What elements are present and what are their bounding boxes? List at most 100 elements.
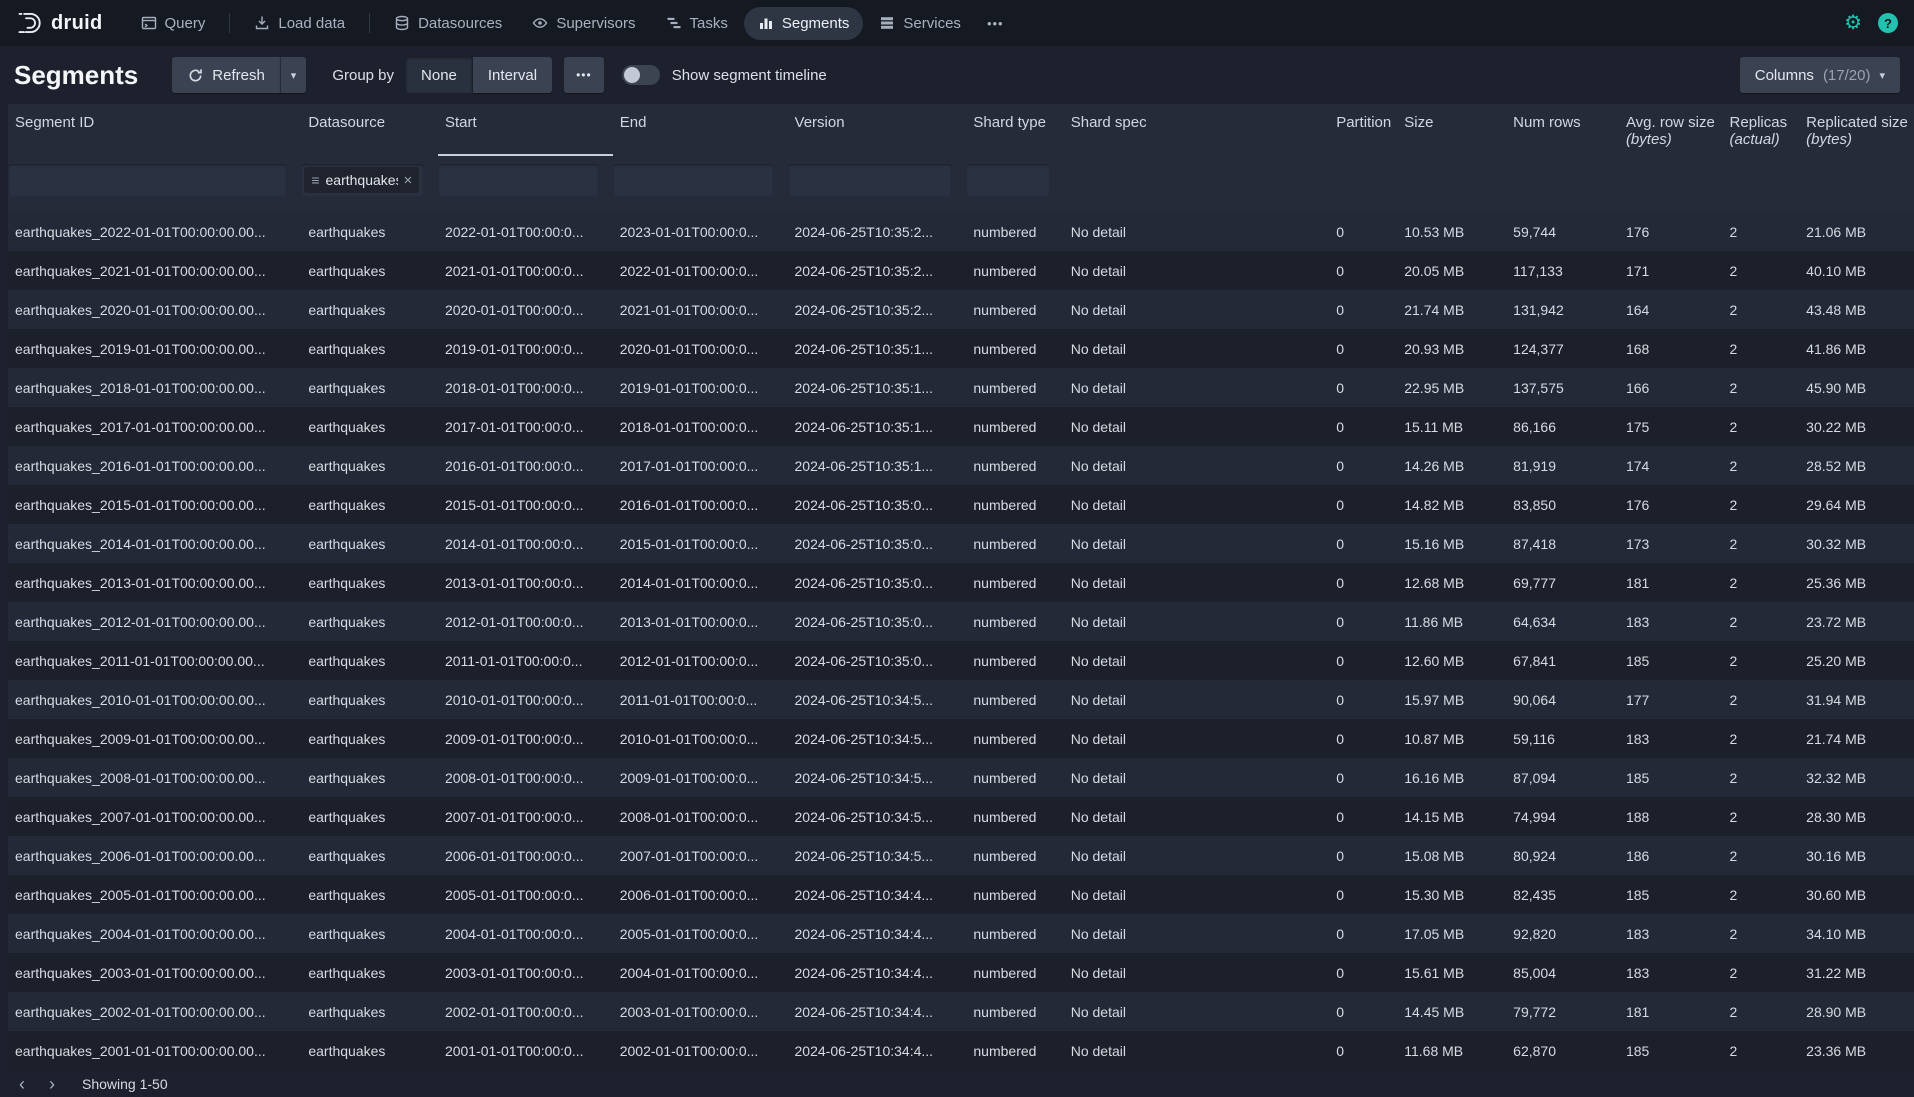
cell-version[interactable]: 2024-06-25T10:35:2... bbox=[788, 251, 967, 290]
cell-start[interactable]: 2008-01-01T00:00:0... bbox=[438, 758, 613, 797]
cell-datasource[interactable]: earthquakes bbox=[301, 875, 438, 914]
cell-size[interactable]: 14.45 MB bbox=[1397, 992, 1506, 1031]
cell-num_rows[interactable]: 80,924 bbox=[1506, 836, 1619, 875]
group-by-interval-button[interactable]: Interval bbox=[473, 57, 552, 93]
cell-end[interactable]: 2013-01-01T00:00:0... bbox=[613, 602, 788, 641]
cell-partition[interactable]: 0 bbox=[1329, 212, 1397, 251]
cell-avg_row_size[interactable]: 183 bbox=[1619, 719, 1723, 758]
column-header-version[interactable]: Version bbox=[788, 104, 967, 156]
cell-avg_row_size[interactable]: 188 bbox=[1619, 797, 1723, 836]
cell-version[interactable]: 2024-06-25T10:35:1... bbox=[788, 407, 967, 446]
cell-size[interactable]: 15.97 MB bbox=[1397, 680, 1506, 719]
cell-end[interactable]: 2009-01-01T00:00:0... bbox=[613, 758, 788, 797]
cell-end[interactable]: 2011-01-01T00:00:0... bbox=[613, 680, 788, 719]
cell-replicated_size[interactable]: 45.90 MB bbox=[1799, 368, 1914, 407]
cell-datasource[interactable]: earthquakes bbox=[301, 1031, 438, 1070]
cell-version[interactable]: 2024-06-25T10:34:4... bbox=[788, 1031, 967, 1070]
cell-datasource[interactable]: earthquakes bbox=[301, 290, 438, 329]
column-header-datasource[interactable]: Datasource bbox=[301, 104, 438, 156]
cell-datasource[interactable]: earthquakes bbox=[301, 329, 438, 368]
column-header-shard_spec[interactable]: Shard spec bbox=[1064, 104, 1329, 156]
cell-shard_type[interactable]: numbered bbox=[966, 524, 1063, 563]
cell-datasource[interactable]: earthquakes bbox=[301, 797, 438, 836]
cell-shard_spec[interactable]: No detail bbox=[1064, 602, 1329, 641]
cell-end[interactable]: 2018-01-01T00:00:0... bbox=[613, 407, 788, 446]
cell-datasource[interactable]: earthquakes bbox=[301, 758, 438, 797]
cell-end[interactable]: 2006-01-01T00:00:0... bbox=[613, 875, 788, 914]
cell-num_rows[interactable]: 59,116 bbox=[1506, 719, 1619, 758]
cell-end[interactable]: 2005-01-01T00:00:0... bbox=[613, 914, 788, 953]
cell-num_rows[interactable]: 124,377 bbox=[1506, 329, 1619, 368]
cell-shard_type[interactable]: numbered bbox=[966, 953, 1063, 992]
cell-replicated_size[interactable]: 25.36 MB bbox=[1799, 563, 1914, 602]
cell-replicas[interactable]: 2 bbox=[1723, 368, 1800, 407]
column-header-avg_row_size[interactable]: Avg. row size(bytes) bbox=[1619, 104, 1723, 156]
cell-avg_row_size[interactable]: 171 bbox=[1619, 251, 1723, 290]
cell-id[interactable]: earthquakes_2005-01-01T00:00:00.00... bbox=[8, 875, 301, 914]
cell-partition[interactable]: 0 bbox=[1329, 602, 1397, 641]
cell-end[interactable]: 2023-01-01T00:00:0... bbox=[613, 212, 788, 251]
filter-input-end[interactable] bbox=[613, 164, 774, 196]
cell-num_rows[interactable]: 90,064 bbox=[1506, 680, 1619, 719]
cell-size[interactable]: 21.74 MB bbox=[1397, 290, 1506, 329]
cell-replicated_size[interactable]: 31.22 MB bbox=[1799, 953, 1914, 992]
cell-shard_type[interactable]: numbered bbox=[966, 680, 1063, 719]
cell-datasource[interactable]: earthquakes bbox=[301, 524, 438, 563]
cell-size[interactable]: 10.53 MB bbox=[1397, 212, 1506, 251]
filter-input-id[interactable] bbox=[8, 164, 287, 196]
cell-num_rows[interactable]: 87,094 bbox=[1506, 758, 1619, 797]
brand[interactable]: druid bbox=[16, 10, 103, 36]
cell-avg_row_size[interactable]: 185 bbox=[1619, 758, 1723, 797]
nav-item-supervisors[interactable]: Supervisors bbox=[518, 7, 649, 40]
cell-replicated_size[interactable]: 40.10 MB bbox=[1799, 251, 1914, 290]
cell-replicas[interactable]: 2 bbox=[1723, 485, 1800, 524]
cell-num_rows[interactable]: 92,820 bbox=[1506, 914, 1619, 953]
cell-datasource[interactable]: earthquakes bbox=[301, 251, 438, 290]
cell-id[interactable]: earthquakes_2002-01-01T00:00:00.00... bbox=[8, 992, 301, 1031]
cell-version[interactable]: 2024-06-25T10:35:0... bbox=[788, 641, 967, 680]
cell-datasource[interactable]: earthquakes bbox=[301, 914, 438, 953]
cell-version[interactable]: 2024-06-25T10:35:1... bbox=[788, 368, 967, 407]
cell-id[interactable]: earthquakes_2021-01-01T00:00:00.00... bbox=[8, 251, 301, 290]
cell-avg_row_size[interactable]: 168 bbox=[1619, 329, 1723, 368]
cell-version[interactable]: 2024-06-25T10:35:0... bbox=[788, 524, 967, 563]
cell-partition[interactable]: 0 bbox=[1329, 836, 1397, 875]
cell-avg_row_size[interactable]: 176 bbox=[1619, 212, 1723, 251]
settings-gear-icon[interactable]: ⚙ bbox=[1844, 13, 1862, 33]
cell-id[interactable]: earthquakes_2018-01-01T00:00:00.00... bbox=[8, 368, 301, 407]
cell-size[interactable]: 14.26 MB bbox=[1397, 446, 1506, 485]
cell-version[interactable]: 2024-06-25T10:34:4... bbox=[788, 992, 967, 1031]
cell-partition[interactable]: 0 bbox=[1329, 485, 1397, 524]
cell-end[interactable]: 2019-01-01T00:00:0... bbox=[613, 368, 788, 407]
cell-id[interactable]: earthquakes_2015-01-01T00:00:00.00... bbox=[8, 485, 301, 524]
cell-replicas[interactable]: 2 bbox=[1723, 914, 1800, 953]
cell-datasource[interactable]: earthquakes bbox=[301, 212, 438, 251]
cell-num_rows[interactable]: 81,919 bbox=[1506, 446, 1619, 485]
cell-version[interactable]: 2024-06-25T10:34:5... bbox=[788, 797, 967, 836]
cell-id[interactable]: earthquakes_2001-01-01T00:00:00.00... bbox=[8, 1031, 301, 1070]
cell-end[interactable]: 2022-01-01T00:00:0... bbox=[613, 251, 788, 290]
nav-item-datasources[interactable]: Datasources bbox=[380, 7, 516, 40]
cell-id[interactable]: earthquakes_2017-01-01T00:00:00.00... bbox=[8, 407, 301, 446]
cell-partition[interactable]: 0 bbox=[1329, 290, 1397, 329]
cell-shard_type[interactable]: numbered bbox=[966, 641, 1063, 680]
cell-datasource[interactable]: earthquakes bbox=[301, 680, 438, 719]
cell-shard_type[interactable]: numbered bbox=[966, 719, 1063, 758]
cell-avg_row_size[interactable]: 177 bbox=[1619, 680, 1723, 719]
cell-num_rows[interactable]: 62,870 bbox=[1506, 1031, 1619, 1070]
cell-shard_spec[interactable]: No detail bbox=[1064, 680, 1329, 719]
column-header-replicas[interactable]: Replicas(actual) bbox=[1723, 104, 1800, 156]
cell-replicas[interactable]: 2 bbox=[1723, 563, 1800, 602]
cell-version[interactable]: 2024-06-25T10:35:1... bbox=[788, 446, 967, 485]
column-header-num_rows[interactable]: Num rows bbox=[1506, 104, 1619, 156]
cell-num_rows[interactable]: 131,942 bbox=[1506, 290, 1619, 329]
cell-avg_row_size[interactable]: 183 bbox=[1619, 602, 1723, 641]
column-header-size[interactable]: Size bbox=[1397, 104, 1506, 156]
cell-avg_row_size[interactable]: 175 bbox=[1619, 407, 1723, 446]
cell-shard_spec[interactable]: No detail bbox=[1064, 290, 1329, 329]
cell-id[interactable]: earthquakes_2016-01-01T00:00:00.00... bbox=[8, 446, 301, 485]
cell-shard_spec[interactable]: No detail bbox=[1064, 875, 1329, 914]
cell-size[interactable]: 17.05 MB bbox=[1397, 914, 1506, 953]
cell-version[interactable]: 2024-06-25T10:35:2... bbox=[788, 212, 967, 251]
cell-replicas[interactable]: 2 bbox=[1723, 329, 1800, 368]
